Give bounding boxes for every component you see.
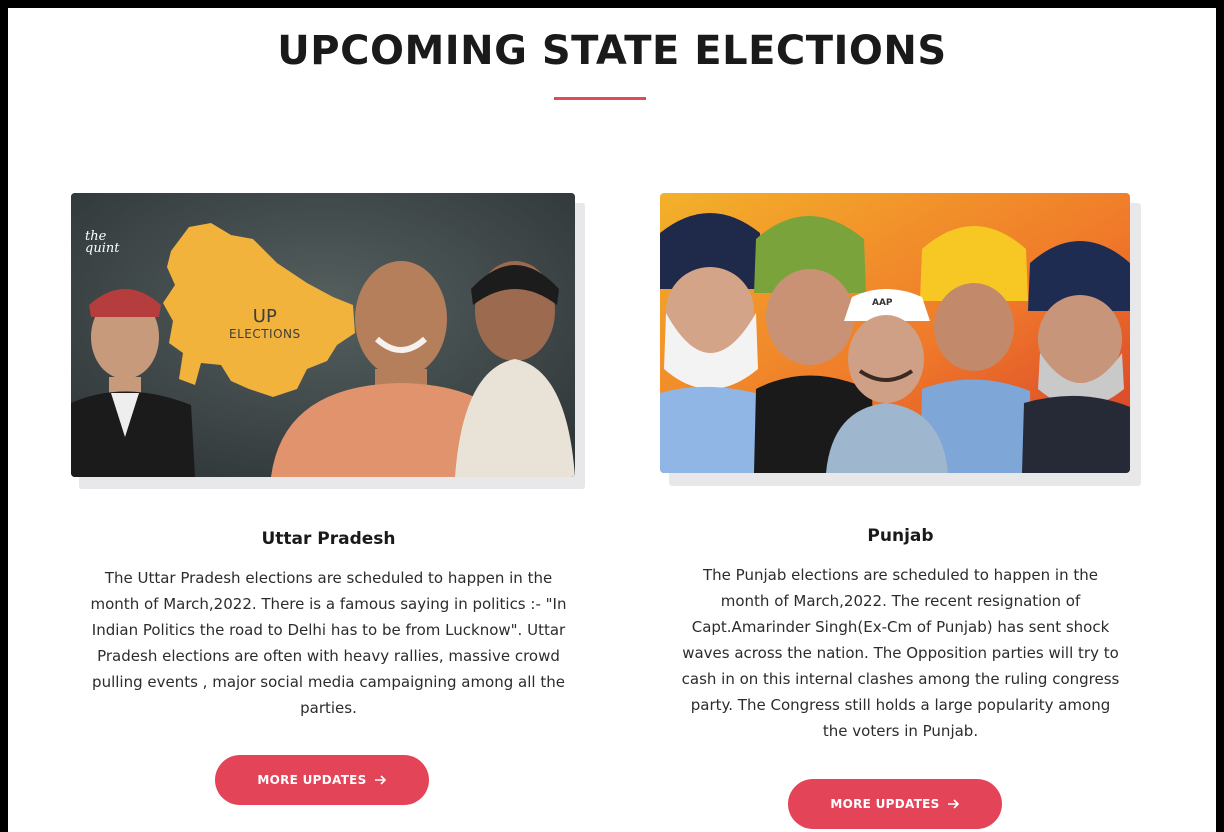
card-title-punjab: Punjab [867,526,934,546]
cap-text: AAP [872,298,893,308]
text-line: month of March,2022. There is a famous s… [90,595,567,613]
arrow-right-icon [374,775,386,785]
the-quint-watermark: the quint [85,229,125,256]
punjab-leaders-illustration [660,193,1130,473]
map-label-line2: ELECTIONS [229,327,301,341]
text-line: party. The Congress still holds a large … [690,696,1111,714]
text-line: cash in on this internal clashes among t… [681,670,1120,688]
text-line: parties. [300,699,357,717]
more-updates-button-up[interactable]: MORE UPDATES [215,755,429,805]
title-underline [554,97,646,100]
map-label: UP ELECTIONS [229,306,301,342]
text-line: the voters in Punjab. [822,722,979,740]
card-image-up[interactable]: the quint UP ELECTIONS [71,193,586,489]
more-updates-button-punjab[interactable]: MORE UPDATES [788,779,1002,829]
text-line: pulling events , major social media camp… [92,673,565,691]
card-description-punjab: The Punjab elections are scheduled to ha… [660,562,1141,744]
punjab-elections-image: AAP [660,193,1130,473]
button-label: MORE UPDATES [257,773,367,787]
map-label-line1: UP [252,306,277,327]
text-line: The Punjab elections are scheduled to ha… [703,566,1098,584]
card-image-punjab[interactable]: AAP [660,193,1141,486]
text-line: Capt.Amarinder Singh(Ex-Cm of Punjab) ha… [691,618,1110,636]
page-frame: UPCOMING STATE ELECTIONS the quint UP EL… [8,8,1216,832]
watermark-text: the quint [85,229,120,256]
card-title-up: Uttar Pradesh [261,529,396,549]
arrow-right-icon [947,799,959,809]
text-line: month of March,2022. The recent resignat… [720,592,1081,610]
card-description-up: The Uttar Pradesh elections are schedule… [71,565,586,721]
button-label: MORE UPDATES [830,797,940,811]
up-elections-image: the quint UP ELECTIONS [71,193,575,477]
text-line: The Uttar Pradesh elections are schedule… [104,569,553,587]
text-line: Pradesh elections are often with heavy r… [97,647,560,665]
up-elections-illustration [71,193,575,477]
page-title: UPCOMING STATE ELECTIONS [277,28,947,74]
text-line: waves across the nation. The Opposition … [682,644,1119,662]
text-line: Indian Politics the road to Delhi has to… [91,621,566,639]
